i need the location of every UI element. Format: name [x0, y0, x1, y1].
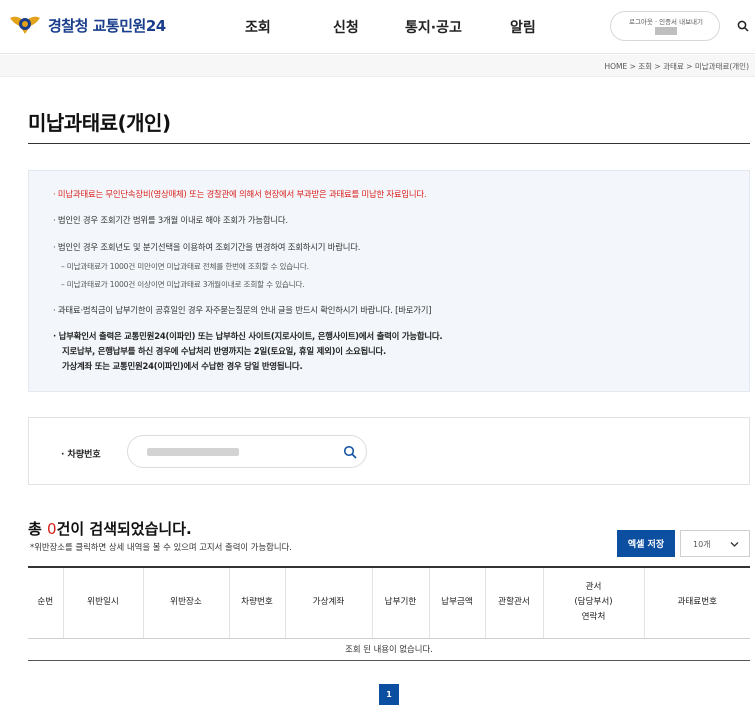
- result-suffix: 건이 검색되었습니다.: [56, 520, 192, 538]
- logout-link[interactable]: 로그아웃 · 인증서 내보내기: [611, 16, 721, 26]
- site-header: 경찰청 교통민원24 조회 신청 통지·공고 알림 로그아웃 · 인증서 내보내…: [0, 0, 755, 54]
- logo-org: 경찰청: [48, 16, 88, 35]
- user-name-masked: [655, 27, 677, 35]
- col-header-account: 가상계좌: [285, 567, 373, 639]
- breadcrumb-bar: HOME > 조회 > 과태료 > 미납과태료(개인): [0, 55, 755, 77]
- notice-line-5: · 납부확인서 출력은 교통민원24(이파인) 또는 납부하신 사이트(지로사이…: [53, 331, 443, 341]
- vehicle-number-label: · 차량번호: [61, 450, 101, 460]
- col-header-contact-1: 관서: [585, 582, 602, 593]
- notice-box: · 미납과태료는 무인단속장비(영상매체) 또는 경찰관에 의해서 현장에서 부…: [28, 170, 750, 392]
- chevron-down-icon: [730, 542, 739, 547]
- result-description: *위반장소를 클릭하면 상세 내역을 볼 수 있으며 고지서 출력이 가능합니다…: [30, 542, 292, 552]
- notice-line-3: · 법인인 경우 조회년도 및 분기선택을 이용하여 조회기간을 변경하여 조회…: [53, 242, 361, 252]
- logo-service: 교통민원24: [87, 16, 167, 35]
- col-header-fine-no: 과태료번호: [644, 567, 750, 639]
- col-header-contact-3: 연락처: [581, 612, 606, 623]
- notice-line-5c: 가상계좌 또는 교통민원24(이파인)에서 수납한 경우 당일 반영됩니다.: [62, 361, 303, 371]
- col-header-datetime: 위반일시: [63, 567, 144, 639]
- col-header-due: 납부기한: [372, 567, 430, 639]
- page-title: 미납과태료(개인): [28, 111, 171, 135]
- notice-line-3b: – 미납과태료가 1000건 이상이면 미납과태료 3개월이내로 조회할 수 있…: [61, 280, 305, 289]
- notice-line-3a: – 미납과태료가 1000건 미만이면 미납과태료 전체를 한번에 조회할 수 …: [61, 262, 309, 271]
- notice-line-4[interactable]: · 과태료·범칙금이 납부기한이 공휴일인 경우 자주묻는질문의 안내 글을 반…: [53, 304, 432, 316]
- empty-message: 조회 된 내용이 없습니다.: [28, 638, 750, 661]
- breadcrumb: HOME > 조회 > 과태료 > 미납과태료(개인): [604, 62, 749, 71]
- vehicle-number-masked: [147, 448, 239, 456]
- result-count: 0: [47, 520, 57, 538]
- logo-text: 경찰청 교통민원24: [48, 15, 166, 36]
- results-table: 순번 위반일시 위반장소 차량번호 가상계좌 납부기한 납부금액 관할관서 관서…: [28, 566, 750, 661]
- search-button-icon[interactable]: [343, 445, 357, 459]
- notice-line-1: · 미납과태료는 무인단속장비(영상매체) 또는 경찰관에 의해서 현장에서 부…: [53, 189, 427, 199]
- nav-item-alarm[interactable]: 알림: [510, 17, 536, 37]
- pagination-page-1[interactable]: 1: [379, 684, 399, 705]
- login-box[interactable]: 로그아웃 · 인증서 내보내기: [610, 11, 720, 41]
- col-header-seq: 순번: [28, 567, 64, 639]
- notice-line-2: · 법인인 경우 조회기간 범위를 3개월 이내로 해야 조회가 가능합니다.: [53, 215, 288, 225]
- result-count-title: 총 0건이 검색되었습니다.: [28, 518, 192, 539]
- table-header-row: 순번 위반일시 위반장소 차량번호 가상계좌 납부기한 납부금액 관할관서 관서…: [28, 567, 750, 639]
- search-area: · 차량번호: [28, 417, 750, 485]
- result-prefix: 총: [28, 520, 48, 538]
- col-header-office: 관할관서: [485, 567, 544, 639]
- excel-save-button[interactable]: 엑셀 저장: [617, 530, 675, 557]
- col-header-contact-2: (담당부서): [574, 597, 613, 608]
- col-header-place: 위반장소: [143, 567, 230, 639]
- col-header-amount: 납부금액: [429, 567, 486, 639]
- page-size-value: 10개: [693, 540, 711, 549]
- title-divider: [28, 143, 750, 144]
- police-emblem-icon: [10, 16, 40, 34]
- nav-item-notice[interactable]: 통지·공고: [405, 17, 462, 37]
- site-logo[interactable]: 경찰청 교통민원24: [8, 10, 166, 40]
- col-header-contact: 관서 (담당부서) 연락처: [543, 567, 645, 639]
- col-header-plate: 차량번호: [229, 567, 286, 639]
- nav-item-inquiry[interactable]: 조회: [245, 17, 271, 37]
- table-row: 조회 된 내용이 없습니다.: [28, 638, 750, 661]
- page-size-select[interactable]: 10개: [680, 530, 750, 557]
- nav-item-apply[interactable]: 신청: [333, 17, 359, 37]
- notice-line-5b: 지로납부, 은행납부를 하신 경우에 수납처리 반영까지는 2일(토요일, 휴일…: [62, 346, 386, 356]
- search-icon[interactable]: [737, 20, 749, 32]
